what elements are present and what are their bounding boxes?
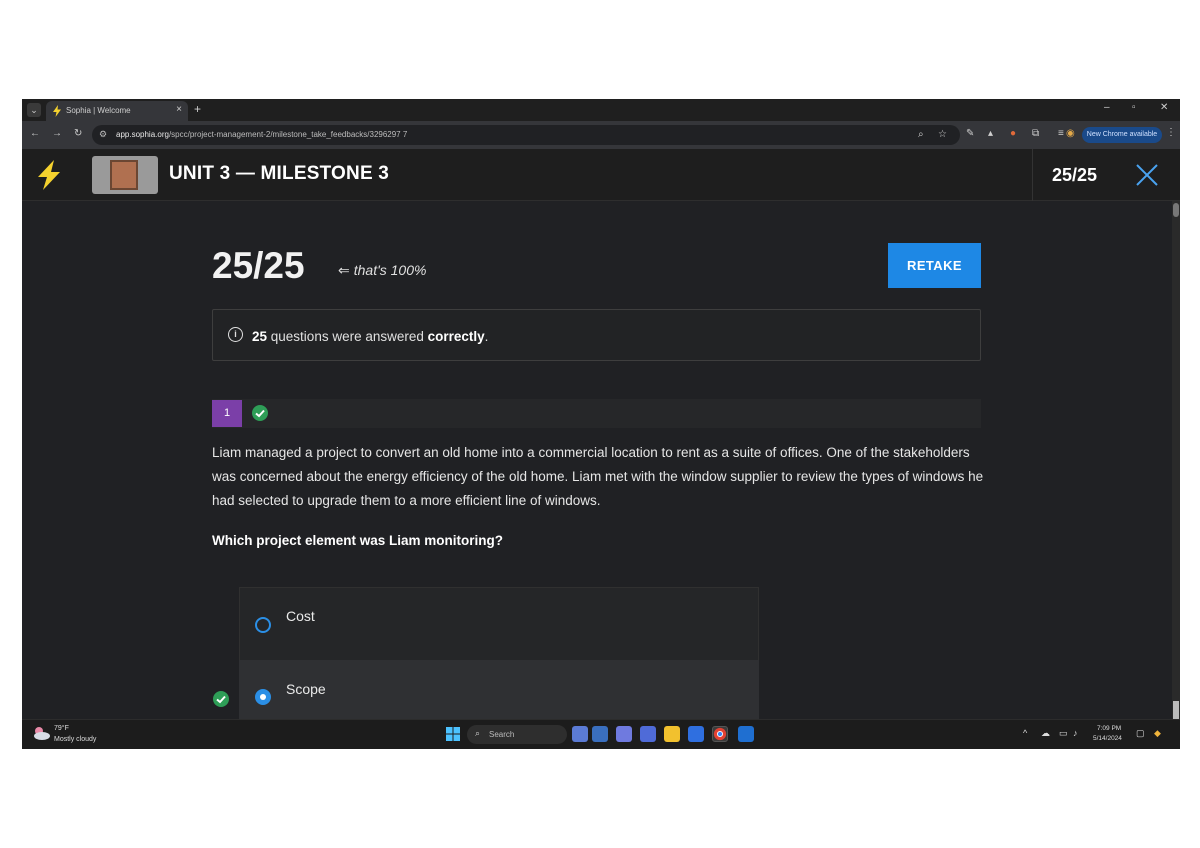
correct-answer-check-icon	[213, 691, 229, 707]
search-icon: ⌕	[475, 728, 481, 738]
question-text: Liam managed a project to convert an old…	[212, 445, 984, 508]
sophia-favicon-icon	[53, 105, 61, 117]
notification-icon[interactable]: ▢	[1136, 728, 1145, 739]
question-header-bar	[212, 399, 981, 428]
answer-option-label: Scope	[286, 681, 326, 697]
curved-arrow-icon: ⇐	[338, 262, 350, 278]
browser-toolbar: ← → ↻ ⚙ app.sophia.org/spcc/project-mana…	[22, 121, 1180, 149]
page-title: UNIT 3 — MILESTONE 3	[169, 163, 390, 184]
outlook-icon[interactable]	[738, 726, 754, 742]
file-explorer-icon[interactable]	[664, 726, 680, 742]
reload-icon[interactable]: ↻	[74, 128, 82, 139]
site-info-icon[interactable]: ⚙	[99, 129, 107, 140]
widgets-icon[interactable]	[640, 726, 656, 742]
course-header: UNIT 3 — MILESTONE 3 25/25	[22, 149, 1180, 201]
windows-start-icon[interactable]	[446, 727, 460, 741]
task-view-icon[interactable]	[592, 726, 608, 742]
address-bar[interactable]: ⚙ app.sophia.org/spcc/project-management…	[92, 125, 960, 145]
result-score: 25/25	[212, 245, 305, 286]
clock-date[interactable]: 5/14/2024	[1093, 735, 1122, 742]
results-info-text: 25 questions were answered correctly.	[252, 329, 489, 344]
teams-icon[interactable]	[616, 726, 632, 742]
info-icon: i	[228, 327, 243, 342]
back-icon[interactable]: ←	[30, 128, 40, 139]
profile-avatar-icon[interactable]: ◉	[1066, 128, 1075, 139]
screen: ⌄ Sophia | Welcome × + – ▫ ✕ ← → ↻ ⚙ app…	[22, 99, 1180, 749]
bookmark-star-icon[interactable]: ☆	[938, 129, 947, 140]
new-chrome-available-button[interactable]: New Chrome available	[1082, 127, 1162, 143]
search-placeholder: Search	[489, 730, 515, 739]
reading-list-icon[interactable]: ≡	[1058, 128, 1064, 139]
browser-menu-icon[interactable]: ⋮	[1166, 127, 1176, 138]
result-note: ⇐ that's 100%	[338, 262, 427, 278]
browser-tab-strip: ⌄ Sophia | Welcome × + – ▫ ✕	[22, 99, 1180, 121]
new-tab-icon[interactable]: +	[194, 102, 201, 116]
header-divider	[1032, 149, 1033, 201]
extension-orange-icon[interactable]: ●	[1010, 128, 1016, 139]
clock-time[interactable]: 7:09 PM	[1097, 725, 1121, 732]
scrollbar-thumb[interactable]	[1173, 203, 1179, 217]
tab-title: Sophia | Welcome	[66, 106, 131, 115]
sophia-logo-icon[interactable]	[36, 160, 62, 190]
store-icon[interactable]	[688, 726, 704, 742]
question-prompt: Which project element was Liam monitorin…	[212, 533, 504, 548]
show-hidden-icons-icon[interactable]: ^	[1023, 728, 1027, 738]
url-text: app.sophia.org/spcc/project-management-2…	[116, 130, 408, 139]
network-icon[interactable]: ▭	[1059, 728, 1068, 739]
windows-taskbar: 79°F Mostly cloudy ⌕ Search ^ ☁ ▭ ♪ 7:09…	[22, 719, 1180, 749]
browser-tab[interactable]: Sophia | Welcome ×	[46, 101, 188, 121]
cloud-weather-icon[interactable]	[32, 726, 50, 740]
forward-icon[interactable]: →	[52, 128, 62, 139]
weather-temperature: 79°F	[54, 725, 69, 732]
answer-option-label: Cost	[286, 608, 315, 624]
volume-icon[interactable]: ♪	[1073, 728, 1078, 738]
weather-description: Mostly cloudy	[54, 736, 97, 743]
copilot-icon[interactable]	[572, 726, 588, 742]
header-score: 25/25	[1052, 165, 1098, 185]
answer-option-cost[interactable]: Cost	[239, 587, 759, 660]
restore-icon[interactable]: ▫	[1132, 102, 1136, 113]
chrome-icon[interactable]	[712, 726, 728, 742]
tab-close-icon[interactable]: ×	[176, 104, 182, 115]
extension-pen-icon[interactable]: ✎	[966, 128, 974, 139]
onedrive-icon[interactable]: ☁	[1041, 728, 1050, 739]
unit-thumbnail	[92, 156, 158, 194]
answer-option-scope[interactable]: Scope	[239, 660, 759, 720]
radio-unselected[interactable]	[255, 617, 271, 633]
extension-a-icon[interactable]: ▴	[988, 128, 993, 139]
extensions-puzzle-icon[interactable]: ⧉	[1032, 128, 1039, 139]
zoom-icon[interactable]: ⌕	[918, 129, 924, 140]
close-icon[interactable]	[1132, 160, 1162, 190]
correct-check-icon	[252, 405, 268, 421]
retake-button[interactable]: RETAKE	[888, 243, 981, 288]
tab-search-button[interactable]: ⌄	[27, 103, 41, 117]
page-scrollbar[interactable]	[1172, 201, 1180, 749]
copilot-tray-icon[interactable]: ◆	[1154, 728, 1161, 739]
question-number-badge: 1	[212, 400, 242, 427]
results-info-box: i 25 questions were answered correctly.	[212, 309, 981, 361]
minimize-icon[interactable]: –	[1104, 102, 1110, 113]
window-close-icon[interactable]: ✕	[1160, 102, 1168, 113]
taskbar-search[interactable]: ⌕ Search	[467, 725, 567, 744]
radio-selected[interactable]	[255, 689, 271, 705]
